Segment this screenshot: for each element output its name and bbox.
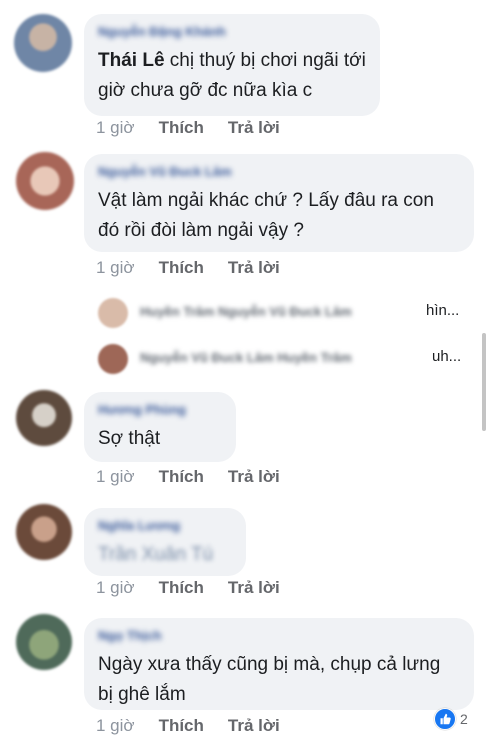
comment-text: Sợ thật bbox=[98, 428, 161, 449]
like-button[interactable]: Thích bbox=[159, 258, 204, 277]
reply-item[interactable]: Huyền Trâm Nguyễn Vũ Đuck Lâm hìn... bbox=[92, 296, 472, 332]
like-button[interactable]: Thích bbox=[159, 118, 204, 137]
like-button[interactable]: Thích bbox=[159, 578, 204, 597]
comment-author[interactable]: Nguyễn Đặng Khánh bbox=[98, 24, 366, 40]
reply-button[interactable]: Trả lời bbox=[228, 467, 280, 486]
comment-time[interactable]: 1 giờ bbox=[96, 118, 135, 137]
comment-bubble: Hương Phùng Sợ thật bbox=[84, 392, 236, 462]
like-icon bbox=[434, 708, 456, 730]
comment-author[interactable]: Nguyễn Vũ Đuck Lâm bbox=[98, 164, 460, 180]
reaction-summary[interactable]: 2 bbox=[434, 708, 468, 730]
avatar[interactable] bbox=[16, 390, 72, 446]
comment-actions: 1 giờ Thích Trả lời bbox=[96, 118, 304, 138]
reply-item[interactable]: Nguyễn Vũ Đuck Lâm Huyền Trâm uh... bbox=[92, 342, 472, 378]
comment-text: Ngày xưa thấy cũng bị mà, chụp cả lưng b… bbox=[98, 654, 441, 705]
reply-preview: hìn... bbox=[426, 302, 460, 319]
avatar[interactable] bbox=[14, 14, 72, 72]
comment-text: Vật làm ngải khác chứ ? Lấy đâu ra con đ… bbox=[98, 190, 434, 241]
avatar[interactable] bbox=[16, 152, 74, 210]
comment-time[interactable]: 1 giờ bbox=[96, 467, 135, 486]
like-button[interactable]: Thích bbox=[159, 467, 204, 486]
reply-button[interactable]: Trả lời bbox=[228, 118, 280, 137]
reply-button[interactable]: Trả lời bbox=[228, 578, 280, 597]
avatar[interactable] bbox=[16, 504, 72, 560]
comment-author[interactable]: Nghĩa Lương bbox=[98, 518, 232, 534]
reply-names: Nguyễn Vũ Đuck Lâm Huyền Trâm bbox=[140, 350, 352, 365]
reply-preview: uh... bbox=[432, 348, 462, 365]
comment-author[interactable]: Hương Phùng bbox=[98, 402, 222, 418]
mention-link[interactable]: Thái Lê bbox=[98, 50, 165, 71]
comment-bubble: Ngọ Thịch Ngày xưa thấy cũng bị mà, chụp… bbox=[84, 618, 474, 710]
comment-time[interactable]: 1 giờ bbox=[96, 578, 135, 597]
avatar[interactable] bbox=[16, 614, 72, 670]
reply-button[interactable]: Trả lời bbox=[228, 716, 280, 735]
comment-time[interactable]: 1 giờ bbox=[96, 716, 135, 735]
comment-bubble: Nguyễn Vũ Đuck Lâm Vật làm ngải khác chứ… bbox=[84, 154, 474, 252]
comment-bubble: Nghĩa Lương Trần Xuân Tú bbox=[84, 508, 246, 576]
reply-names: Huyền Trâm Nguyễn Vũ Đuck Lâm bbox=[140, 304, 352, 319]
comment-text: Thái Lê chị thuý bị chơi ngãi tới giờ ch… bbox=[98, 50, 366, 101]
comment-actions: 1 giờ Thích Trả lời bbox=[96, 467, 304, 487]
comment-text[interactable]: Trần Xuân Tú bbox=[98, 540, 232, 570]
reaction-count: 2 bbox=[460, 711, 468, 727]
scrollbar[interactable] bbox=[482, 333, 486, 431]
comment-actions: 1 giờ Thích Trả lời bbox=[96, 578, 304, 598]
comment-actions: 1 giờ Thích Trả lời bbox=[96, 258, 304, 278]
avatar bbox=[98, 298, 128, 328]
avatar bbox=[98, 344, 128, 374]
reply-button[interactable]: Trả lời bbox=[228, 258, 280, 277]
comments-page: { "comments": [ { "author": "Nguyễn Đặng… bbox=[0, 0, 490, 743]
like-button[interactable]: Thích bbox=[159, 716, 204, 735]
comment-author[interactable]: Ngọ Thịch bbox=[98, 628, 460, 644]
comment-bubble: Nguyễn Đặng Khánh Thái Lê chị thuý bị ch… bbox=[84, 14, 380, 116]
comment-time[interactable]: 1 giờ bbox=[96, 258, 135, 277]
comment-actions: 1 giờ Thích Trả lời bbox=[96, 716, 304, 736]
